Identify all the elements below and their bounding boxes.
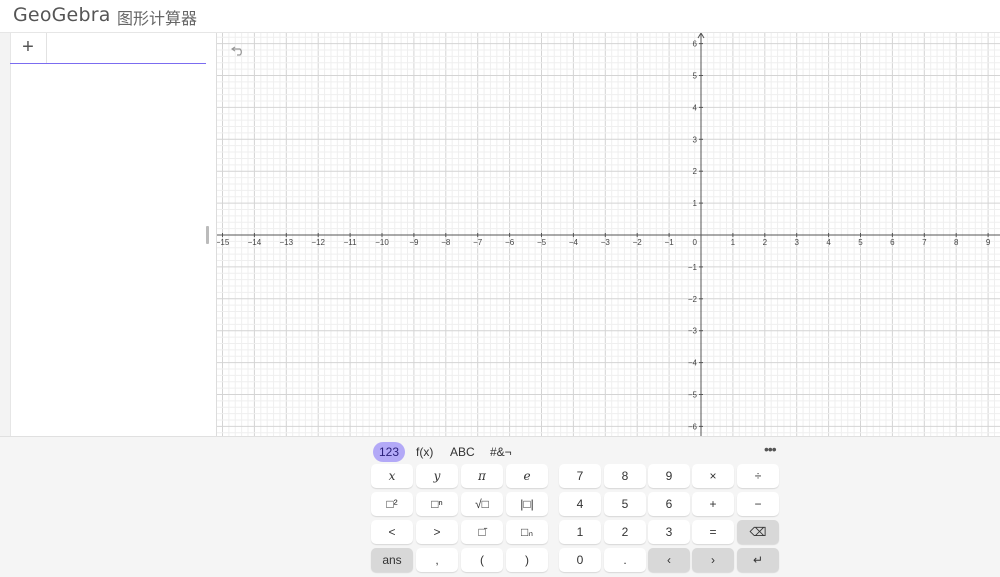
x-tick-label: 0: [693, 238, 698, 247]
x-tick-label: −14: [248, 238, 262, 247]
graphics-view[interactable]: −15 −14 −13 −12 −11 −10 −9 −8 −7 −6 −5 −4 −3 −2 −1 0 1 2 3…: [217, 33, 1000, 436]
y-tick-label: 5: [693, 72, 698, 81]
key-minus[interactable]: −: [737, 492, 779, 516]
header-bar: GeoGebra 图形计算器: [0, 0, 1000, 33]
algebra-input-row[interactable]: +: [10, 33, 206, 64]
key-overline[interactable]: □̄: [461, 520, 503, 544]
x-tick-label: 7: [922, 238, 927, 247]
y-tick-label: −6: [688, 422, 698, 431]
y-tick-label: 6: [693, 40, 698, 49]
x-tick-label: −11: [344, 238, 358, 247]
key-lparen[interactable]: (: [461, 548, 503, 572]
x-tick-label: −12: [311, 238, 325, 247]
y-tick-label: −1: [688, 263, 698, 272]
key-0[interactable]: 0: [559, 548, 601, 572]
y-tick-label: 3: [693, 135, 698, 144]
x-tick-label: −9: [409, 238, 419, 247]
key-abs[interactable]: |□|: [506, 492, 548, 516]
key-1[interactable]: 1: [559, 520, 601, 544]
key-2[interactable]: 2: [604, 520, 646, 544]
key-power[interactable]: □ⁿ: [416, 492, 458, 516]
y-tick-label: 2: [693, 167, 698, 176]
x-tick-label: 5: [858, 238, 863, 247]
y-tick-label: 1: [693, 199, 698, 208]
x-tick-label: −6: [505, 238, 515, 247]
tab-fx[interactable]: f(x): [410, 442, 439, 462]
y-tick-label: −3: [688, 327, 698, 336]
y-tick-label: −4: [688, 359, 698, 368]
geogebra-logo[interactable]: GeoGebra: [13, 4, 111, 26]
x-tick-label: 8: [954, 238, 959, 247]
key-3[interactable]: 3: [648, 520, 690, 544]
x-tick-label: −4: [569, 238, 579, 247]
x-tick-label: −13: [280, 238, 294, 247]
x-tick-label: −3: [601, 238, 611, 247]
y-tick-label: 4: [693, 103, 698, 112]
key-7[interactable]: 7: [559, 464, 601, 488]
algebra-side-strip: [0, 33, 11, 436]
x-tick-label: −5: [537, 238, 547, 247]
key-greater[interactable]: >: [416, 520, 458, 544]
x-tick-label: −15: [217, 238, 230, 247]
y-tick-label: −2: [688, 295, 698, 304]
key-4[interactable]: 4: [559, 492, 601, 516]
key-square[interactable]: □²: [371, 492, 413, 516]
key-5[interactable]: 5: [604, 492, 646, 516]
key-dot[interactable]: .: [604, 548, 646, 572]
key-y[interactable]: y: [416, 464, 458, 488]
more-options-icon[interactable]: •••: [764, 441, 777, 457]
x-tick-label: 6: [890, 238, 895, 247]
x-tick-label: 4: [826, 238, 831, 247]
key-rparen[interactable]: ): [506, 548, 548, 572]
algebra-panel: +: [0, 33, 217, 436]
key-sqrt[interactable]: √□: [461, 492, 503, 516]
x-tick-label: 3: [794, 238, 799, 247]
key-divide[interactable]: ÷: [737, 464, 779, 488]
key-plus[interactable]: +: [692, 492, 734, 516]
x-tick-label: −2: [633, 238, 643, 247]
add-button[interactable]: +: [10, 33, 47, 63]
x-tick-label: −8: [441, 238, 451, 247]
tab-123[interactable]: 123: [373, 442, 406, 462]
x-tick-label: 2: [763, 238, 768, 247]
tab-abc[interactable]: ABC: [444, 442, 481, 462]
key-times[interactable]: ×: [692, 464, 734, 488]
x-tick-label: 1: [731, 238, 736, 247]
key-9[interactable]: 9: [648, 464, 690, 488]
tab-symbols[interactable]: #&¬: [484, 442, 518, 462]
key-6[interactable]: 6: [648, 492, 690, 516]
key-8[interactable]: 8: [604, 464, 646, 488]
x-tick-label: −7: [473, 238, 483, 247]
key-pi[interactable]: π: [461, 464, 503, 488]
key-e[interactable]: e: [506, 464, 548, 488]
backspace-icon[interactable]: ⌫: [737, 520, 779, 544]
key-x[interactable]: x: [371, 464, 413, 488]
right-arrow-icon[interactable]: ›: [692, 548, 734, 572]
x-tick-label: 9: [986, 238, 991, 247]
key-subscript[interactable]: □ₙ: [506, 520, 548, 544]
enter-icon[interactable]: ↵: [737, 548, 779, 572]
app-title: 图形计算器: [117, 9, 198, 28]
key-less[interactable]: <: [371, 520, 413, 544]
key-ans[interactable]: ans: [371, 548, 413, 572]
panel-resize-handle[interactable]: [206, 226, 209, 244]
key-equals[interactable]: =: [692, 520, 734, 544]
graph-canvas[interactable]: −15 −14 −13 −12 −11 −10 −9 −8 −7 −6 −5 −4 −3 −2 −1 0 1 2 3…: [217, 33, 1000, 436]
x-tick-label: −10: [375, 238, 389, 247]
virtual-keyboard: 123 f(x) ABC #&¬ ••• x y π e 7 8 9 × ÷ □² □ⁿ √□ |□| 4…: [0, 436, 1000, 577]
key-comma[interactable]: ,: [416, 548, 458, 572]
x-tick-label: −1: [665, 238, 675, 247]
undo-icon[interactable]: [230, 43, 247, 57]
y-tick-label: −5: [688, 391, 698, 400]
left-arrow-icon[interactable]: ‹: [648, 548, 690, 572]
